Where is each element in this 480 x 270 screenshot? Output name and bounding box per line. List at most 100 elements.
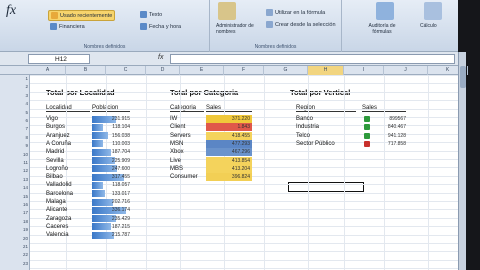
column-header-a[interactable]: A: [30, 66, 66, 75]
row-header-18[interactable]: 18: [0, 218, 30, 226]
use-in-formula-button[interactable]: Utilizar en la fórmula: [264, 8, 327, 17]
grid-line: [146, 75, 147, 270]
row-header-13[interactable]: 13: [0, 176, 30, 184]
categoria-name: Xbox: [170, 149, 184, 156]
categoria-name: Consumer: [170, 174, 198, 181]
column-header-g[interactable]: G: [264, 66, 308, 75]
formula-icon: [266, 9, 273, 16]
grid-line: [344, 75, 345, 270]
row-header-22[interactable]: 22: [0, 251, 30, 259]
localidad-name: Barcelona: [46, 190, 74, 197]
row-header-1[interactable]: 1: [0, 75, 30, 83]
categoria-name: IW: [170, 116, 178, 122]
grid-line: [264, 75, 265, 270]
categoria-name: MSN: [170, 140, 184, 147]
sales-value: 1.843: [237, 124, 250, 131]
row-header-6[interactable]: 6: [0, 117, 30, 125]
poblacion-value: 202.716: [111, 199, 130, 205]
sales-value: 477.293: [231, 140, 250, 147]
grid-line: [384, 75, 385, 270]
categoria-name: MBS: [170, 165, 184, 172]
row-header-20[interactable]: 20: [0, 235, 30, 243]
row-header-2[interactable]: 2: [0, 83, 30, 91]
column-header-e[interactable]: E: [180, 66, 224, 75]
row-header-17[interactable]: 17: [0, 209, 30, 217]
recently-used-button[interactable]: Usado recientemente: [48, 10, 116, 21]
row-header-15[interactable]: 15: [0, 193, 30, 201]
name-box[interactable]: H12: [28, 54, 90, 64]
row-header-7[interactable]: 7: [0, 125, 30, 133]
row-header-16[interactable]: 16: [0, 201, 30, 209]
ribbon-group-auditing: Auditoría de fórmulas Cálculo: [342, 0, 458, 52]
name-manager-icon: [218, 2, 236, 20]
poblacion-value: 118.104: [112, 124, 130, 131]
poblacion-value: 225.909: [111, 157, 130, 164]
row-header-12[interactable]: 12: [0, 167, 30, 175]
fx-icon[interactable]: fx: [158, 54, 163, 61]
scroll-thumb[interactable]: [460, 66, 466, 88]
formula-auditing-button[interactable]: Auditoría de fórmulas: [362, 22, 402, 36]
grid-line: [30, 91, 458, 93]
poblacion-value: 231.915: [111, 116, 130, 122]
sales-value: 413.854: [231, 157, 250, 164]
localidad-name: Valencia: [46, 232, 69, 239]
book-icon: [50, 23, 57, 30]
column-header-b[interactable]: B: [66, 66, 106, 75]
column-header-c[interactable]: C: [106, 66, 146, 75]
row-header-21[interactable]: 21: [0, 243, 30, 251]
row-header-23[interactable]: 23: [0, 260, 30, 268]
selection-icon: [266, 21, 273, 28]
vertical-scrollbar[interactable]: [458, 52, 466, 270]
formula-input[interactable]: [170, 54, 455, 64]
column-header-j[interactable]: J: [384, 66, 428, 75]
row-header-14[interactable]: 14: [0, 184, 30, 192]
row-header-3[interactable]: 3: [0, 92, 30, 100]
text-icon: [140, 11, 147, 18]
text-button[interactable]: Texto: [138, 10, 164, 19]
sales-value: 396.824: [231, 174, 250, 181]
row-header-5[interactable]: 5: [0, 109, 30, 117]
create-from-selection-button[interactable]: Crear desde la selección: [264, 20, 338, 29]
row-header-9[interactable]: 9: [0, 142, 30, 150]
ribbon-group-defined-names: Administrador de nombres Utilizar en la …: [210, 0, 342, 52]
row-header-8[interactable]: 8: [0, 134, 30, 142]
financial-button[interactable]: Financiera: [48, 22, 87, 31]
column-header-i[interactable]: I: [344, 66, 384, 75]
region-name: Industria: [296, 124, 320, 131]
localidad-name: Vigo: [46, 116, 58, 122]
column-header-f[interactable]: F: [224, 66, 264, 75]
column-header-d[interactable]: D: [146, 66, 180, 75]
insert-function-icon[interactable]: fx: [4, 2, 18, 20]
excel-window: fx Usado recientemente Financiera Fecha …: [0, 0, 480, 270]
ribbon: fx Usado recientemente Financiera Fecha …: [0, 0, 458, 52]
row-header-19[interactable]: 19: [0, 226, 30, 234]
row-header-11[interactable]: 11: [0, 159, 30, 167]
vertical-sales-value: 941.128: [387, 132, 406, 139]
grid-line: [30, 83, 458, 85]
star-icon: [51, 12, 58, 19]
grid-line: [30, 100, 458, 102]
column-headers: ABCDEFGHIJK: [0, 66, 468, 75]
localidad-name: Bilbao: [46, 174, 63, 181]
row-header-10[interactable]: 10: [0, 151, 30, 159]
categoria-name: Client: [170, 124, 186, 131]
grid-line: [30, 268, 458, 270]
date-time-button[interactable]: Fecha y hora: [138, 22, 183, 31]
sales-value: 371.220: [231, 116, 250, 122]
ribbon-group-title: Nombres definidos: [254, 44, 297, 50]
row-header-4[interactable]: 4: [0, 100, 30, 108]
localidad-name: Zaragoza: [46, 215, 72, 222]
sales-value: 413.204: [231, 165, 250, 172]
localidad-name: Caceres: [46, 223, 69, 230]
grid-line: [30, 75, 458, 76]
localidad-name: Alicante: [46, 207, 68, 214]
worksheet-grid[interactable]: Total por Localidad Localidad Poblacion …: [30, 75, 458, 270]
poblacion-value: 110.003: [112, 140, 130, 147]
categoria-name: Servers: [170, 132, 191, 139]
name-manager-button[interactable]: Administrador de nombres: [214, 22, 258, 36]
row-headers: 1 2 3 4 5 6 7 8 9 10 11 12 13 14 15 16 17 18 19 20 21 22 23: [0, 75, 30, 270]
sales-value: 467.296: [231, 149, 250, 156]
column-header-h[interactable]: H: [308, 66, 344, 75]
ribbon-group-title: Nombres definidos: [83, 44, 126, 50]
calculation-button[interactable]: Cálculo: [418, 22, 439, 30]
